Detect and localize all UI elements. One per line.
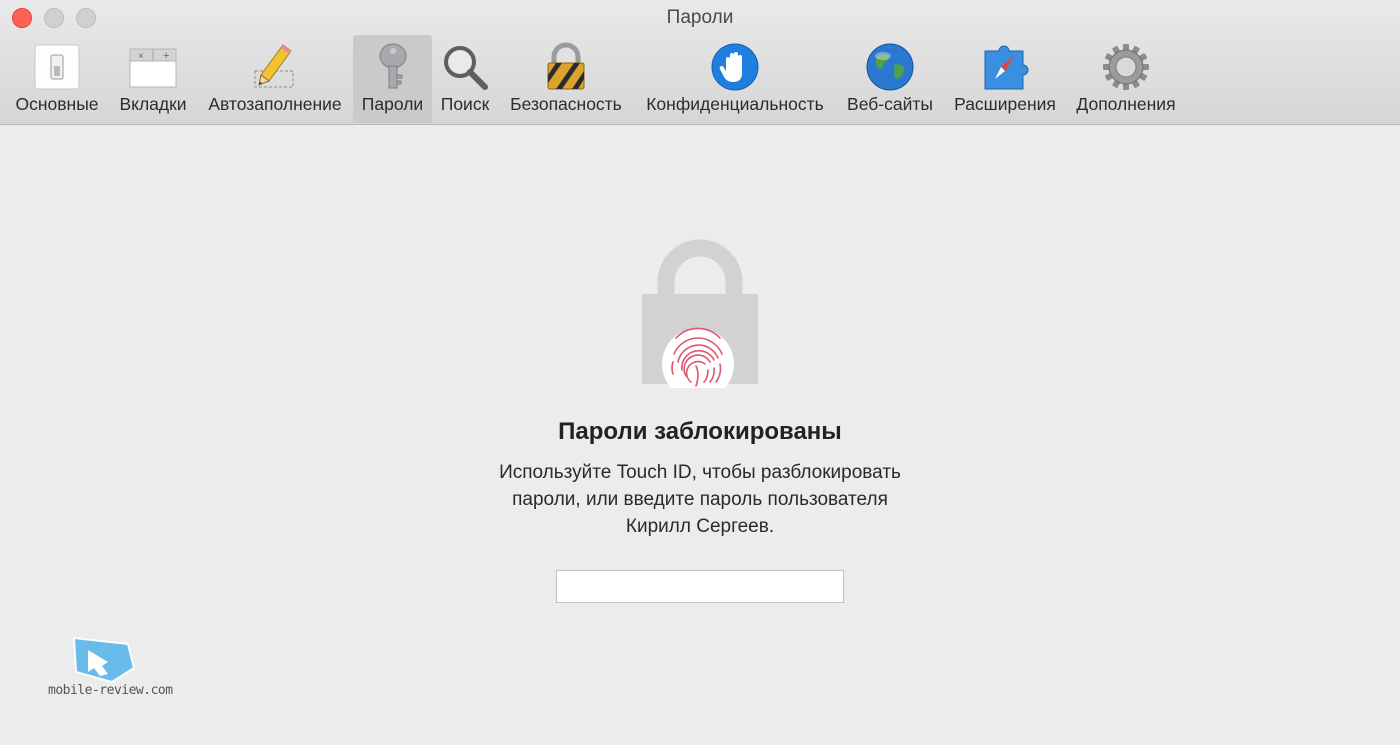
description-line: пароли, или введите пароль пользователя — [512, 489, 888, 510]
tab-autofill[interactable]: Автозаполнение — [198, 35, 352, 123]
tab-label: Безопасность — [510, 94, 622, 114]
watermark-text: mobile-review.com — [48, 683, 173, 698]
key-icon — [379, 43, 406, 89]
tab-privacy[interactable]: Конфиденциальность — [637, 35, 833, 123]
tabs-icon: × + — [129, 48, 177, 88]
tab-label: Автозаполнение — [208, 94, 342, 114]
window-title: Пароли — [666, 7, 734, 28]
tab-search[interactable]: Поиск — [434, 35, 496, 123]
magnifier-icon — [444, 46, 488, 90]
description-line: Кирилл Сергеев. — [625, 516, 775, 537]
tab-label: Пароли — [361, 94, 424, 114]
tab-label: Вкладки — [119, 94, 187, 114]
description-line: Используйте Touch ID, чтобы разблокирова… — [499, 462, 901, 483]
tab-label: Конфиденциальность — [646, 94, 824, 114]
tab-security[interactable]: Безопасность — [502, 35, 630, 123]
tab-label: Дополнения — [1076, 94, 1176, 114]
tab-websites[interactable]: Веб-сайты — [840, 35, 940, 123]
unlock-description: Используйте Touch ID, чтобы разблокирова… — [450, 459, 950, 540]
password-field[interactable] — [556, 570, 844, 603]
globe-icon — [866, 43, 914, 91]
hand-icon — [711, 43, 759, 91]
svg-text:+: + — [163, 50, 169, 62]
locked-heading: Пароли заблокированы — [558, 418, 842, 445]
padlock-icon — [547, 42, 585, 90]
tab-advanced[interactable]: Дополнения — [1068, 35, 1184, 123]
tab-label: Основные — [15, 94, 99, 114]
tab-tabs[interactable]: × + Вкладки — [110, 35, 196, 123]
general-icon — [34, 44, 80, 90]
tab-label: Поиск — [440, 94, 490, 114]
preferences-window: Пароли Основные × + Вкладки Автозаполнен… — [0, 0, 1400, 745]
svg-text:×: × — [138, 51, 144, 62]
tab-passwords[interactable]: Пароли — [353, 35, 432, 123]
lock-touchid-icon — [642, 239, 758, 388]
toolbar: Пароли Основные × + Вкладки Автозаполнен… — [0, 0, 1400, 125]
tab-general[interactable]: Основные — [6, 35, 108, 123]
pencil-icon — [254, 44, 294, 88]
tab-label: Веб-сайты — [847, 94, 933, 114]
tab-extensions[interactable]: Расширения — [946, 35, 1064, 123]
extensions-icon — [984, 45, 1029, 90]
tab-label: Расширения — [954, 94, 1056, 114]
gear-icon — [1103, 44, 1149, 90]
